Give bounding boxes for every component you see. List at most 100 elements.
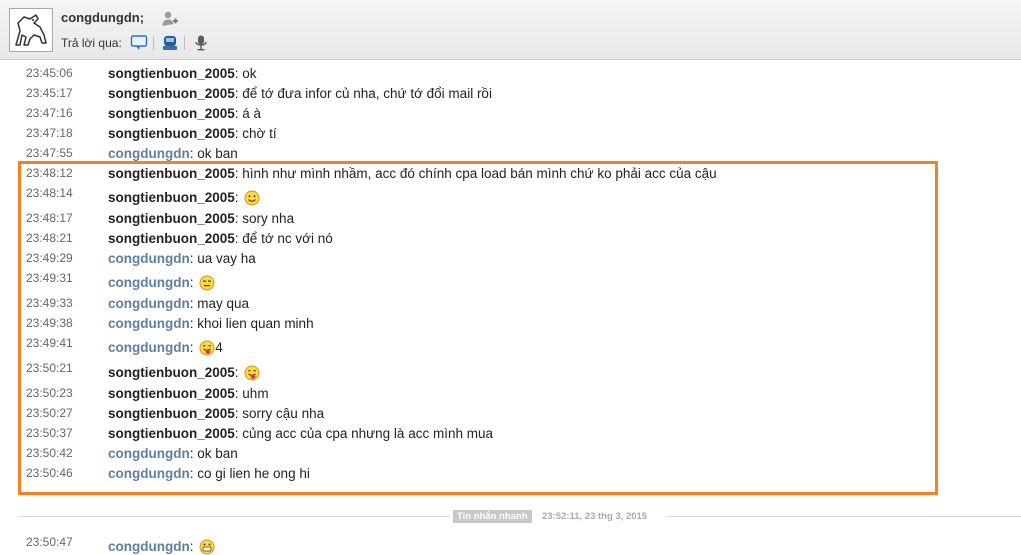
quick-message-tag: Tin nhắn nhanh (453, 510, 532, 523)
message-time: 23:45:17 (26, 86, 73, 100)
message-sender[interactable]: songtienbuon_2005 (108, 126, 235, 141)
message-content: congdungdn: (108, 539, 215, 555)
divider-timestamp: 23:52:11, 23 thg 3, 2015 (542, 511, 648, 522)
message-row: 23:45:06 songtienbuon_2005: ok (0, 66, 1000, 86)
grin-emoji-icon (199, 539, 215, 555)
message-sender[interactable]: songtienbuon_2005 (108, 166, 235, 181)
message-time: 23:49:33 (26, 296, 73, 310)
message-sender[interactable]: songtienbuon_2005 (108, 426, 235, 441)
message-content: songtienbuon_2005: sorry cậu nha (108, 406, 325, 421)
message-text: ok ban (197, 146, 238, 161)
message-sender[interactable]: congdungdn (108, 251, 190, 266)
message-sender[interactable]: songtienbuon_2005 (108, 365, 235, 380)
message-row: 23:50:27 songtienbuon_2005: sorry cậu nh… (0, 406, 1000, 426)
message-sender[interactable]: congdungdn (108, 316, 190, 331)
message-row: 23:48:21 songtienbuon_2005: để tớ nc với… (0, 231, 1000, 251)
message-text: may qua (197, 296, 250, 311)
message-sender[interactable]: congdungdn (108, 296, 190, 311)
message-sender[interactable]: congdungdn (108, 340, 190, 355)
message-time: 23:49:31 (26, 271, 73, 285)
message-time: 23:47:16 (26, 106, 73, 120)
message-content: congdungdn: ok ban (108, 446, 238, 461)
message-time: 23:48:17 (26, 211, 73, 225)
message-sender[interactable]: congdungdn (108, 275, 190, 290)
message-content: songtienbuon_2005: (108, 190, 260, 206)
conversation-header: congdungdn; Trả lời qua: (0, 0, 1021, 60)
message-text: á à (242, 106, 262, 121)
message-content: songtienbuon_2005: uhm (108, 386, 269, 401)
message-time: 23:50:42 (26, 446, 73, 460)
message-row: 23:47:55 congdungdn: ok ban (0, 146, 1000, 166)
message-content: congdungdn: may qua (108, 296, 250, 311)
message-log: 23:45:06 songtienbuon_2005: ok 23:45:17 … (0, 60, 1021, 555)
message-time: 23:50:21 (26, 361, 73, 375)
message-time: 23:48:14 (26, 186, 73, 200)
message-text: 4 (215, 340, 223, 355)
message-row: 23:49:31 congdungdn: (0, 271, 1000, 295)
message-text: co gi lien he ong hi (197, 466, 310, 481)
divider-line (18, 516, 450, 517)
straight-face-emoji-icon (199, 275, 215, 291)
message-content: songtienbuon_2005: củng acc của cpa nhưn… (108, 426, 493, 441)
message-text: sorry cậu nha (242, 406, 325, 421)
message-sender[interactable]: songtienbuon_2005 (108, 211, 235, 226)
message-row: 23:49:33 congdungdn: may qua (0, 296, 1000, 316)
message-content: songtienbuon_2005: sory nha (108, 211, 295, 226)
message-time: 23:49:38 (26, 316, 73, 330)
message-row: 23:49:38 congdungdn: khoi lien quan minh (0, 316, 1000, 336)
message-time: 23:48:21 (26, 231, 73, 245)
message-sender[interactable]: songtienbuon_2005 (108, 386, 235, 401)
message-row: 23:50:23 songtienbuon_2005: uhm (0, 386, 1000, 406)
message-row-partial: 23:50:47 congdungdn: (0, 535, 1000, 555)
message-content: songtienbuon_2005: để tớ đưa infor củ nh… (108, 86, 492, 101)
message-sender[interactable]: songtienbuon_2005 (108, 190, 235, 205)
message-time: 23:50:23 (26, 386, 73, 400)
message-sender[interactable]: congdungdn (108, 146, 190, 161)
add-contact-icon[interactable] (161, 10, 179, 28)
message-content: songtienbuon_2005: á à (108, 106, 262, 121)
message-time: 23:50:46 (26, 466, 73, 480)
microphone-icon[interactable] (192, 34, 210, 52)
message-text: khoi lien quan minh (197, 316, 314, 331)
message-time: 23:50:37 (26, 426, 73, 440)
message-content: songtienbuon_2005: để tớ nc với nó (108, 231, 333, 246)
chat-bubble-icon[interactable] (130, 34, 148, 52)
message-time: 23:50:27 (26, 406, 73, 420)
message-row: 23:48:14 songtienbuon_2005: (0, 186, 1000, 210)
message-time: 23:47:18 (26, 126, 73, 140)
message-content: songtienbuon_2005: hình như mình nhầm, a… (108, 166, 717, 181)
message-row: 23:47:18 songtienbuon_2005: chờ tí (0, 126, 1000, 146)
message-sender[interactable]: songtienbuon_2005 (108, 86, 235, 101)
message-content: congdungdn: (108, 275, 215, 291)
message-content: congdungdn: ok ban (108, 146, 238, 161)
message-row: 23:47:16 songtienbuon_2005: á à (0, 106, 1000, 126)
message-sender[interactable]: songtienbuon_2005 (108, 406, 235, 421)
message-text: ok (242, 66, 257, 81)
message-content: congdungdn: co gi lien he ong hi (108, 466, 310, 481)
message-content: songtienbuon_2005: (108, 365, 260, 381)
contact-avatar[interactable] (9, 8, 53, 52)
reply-via-label: Trả lời qua: (61, 36, 122, 50)
message-text: ua vay ha (197, 251, 256, 266)
message-content: congdungdn: 4 (108, 340, 223, 356)
reply-separator (184, 36, 185, 50)
message-text: sory nha (242, 211, 295, 226)
message-text: ok ban (197, 446, 238, 461)
tongue-emoji-icon (244, 365, 260, 381)
divider-line (666, 516, 1021, 517)
message-sender[interactable]: songtienbuon_2005 (108, 231, 235, 246)
message-text: hình như mình nhầm, acc đó chính cpa loa… (242, 166, 717, 181)
message-text: uhm (242, 386, 269, 401)
message-sender[interactable]: songtienbuon_2005 (108, 106, 235, 121)
smile-emoji-icon (244, 190, 260, 206)
contact-name[interactable]: congdungdn; (61, 10, 144, 25)
message-content: congdungdn: ua vay ha (108, 251, 256, 266)
message-sender[interactable]: congdungdn (108, 466, 190, 481)
message-time: 23:47:55 (26, 146, 73, 160)
message-text: củng acc của cpa nhưng là acc mình mua (242, 426, 493, 441)
message-sender[interactable]: songtienbuon_2005 (108, 66, 235, 81)
sms-phone-icon[interactable] (161, 34, 179, 52)
message-sender[interactable]: congdungdn (108, 446, 190, 461)
reply-separator (153, 36, 154, 50)
message-row: 23:48:17 songtienbuon_2005: sory nha (0, 211, 1000, 231)
